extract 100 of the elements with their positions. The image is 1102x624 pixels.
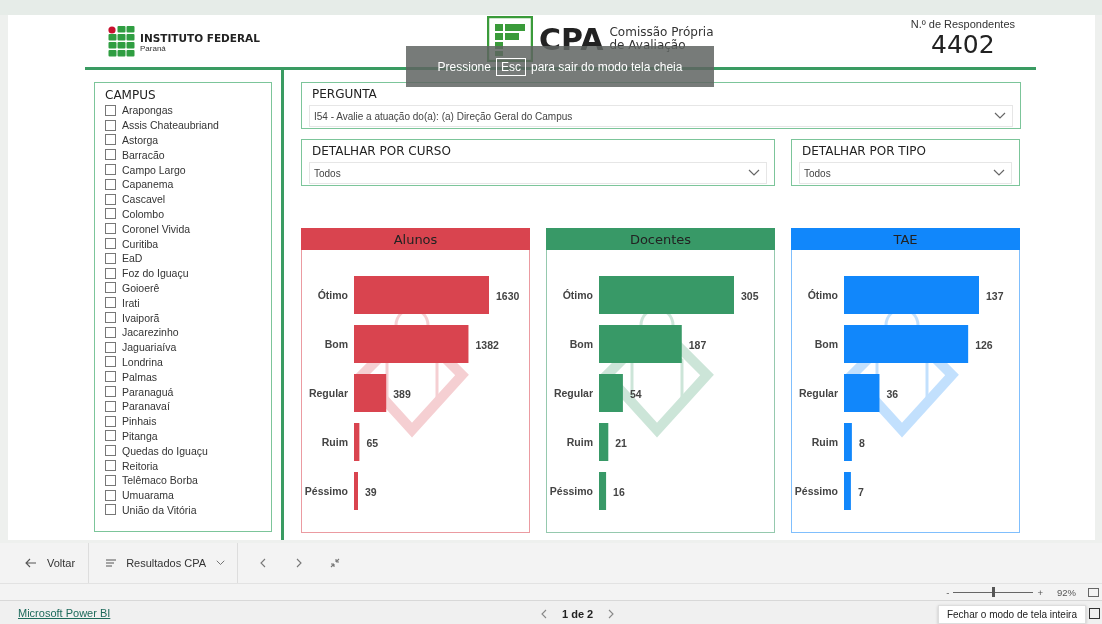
zoom-out-button[interactable]: - xyxy=(946,586,950,598)
checkbox[interactable] xyxy=(105,341,116,353)
checkbox[interactable] xyxy=(105,489,116,501)
campus-option[interactable]: EaD xyxy=(122,252,143,265)
checkbox[interactable] xyxy=(105,149,116,161)
campus-option[interactable]: Astorga xyxy=(122,134,159,146)
bar xyxy=(599,472,607,510)
dropdown[interactable]: Todos xyxy=(799,162,1012,184)
campus-title: CAMPUS xyxy=(105,88,157,102)
slicer-title: DETALHAR POR CURSO xyxy=(311,144,452,160)
category-label: Ruim xyxy=(566,436,593,448)
campus-option[interactable]: Goioerê xyxy=(122,281,160,294)
checkbox[interactable] xyxy=(105,504,116,516)
campus-option[interactable]: Campo Largo xyxy=(122,163,186,176)
bar xyxy=(844,374,880,412)
checkbox[interactable] xyxy=(105,178,116,190)
category-label: Regular xyxy=(553,387,593,399)
hint-text: para sair do modo tela cheia xyxy=(530,59,683,74)
previous-page-icon[interactable] xyxy=(540,609,548,619)
pages-dropdown[interactable]: Resultados CPA xyxy=(89,543,239,583)
fit-page-icon[interactable] xyxy=(1088,587,1099,597)
checkbox[interactable] xyxy=(105,223,116,235)
checkbox[interactable] xyxy=(105,238,116,250)
campus-option[interactable]: Coronel Vivida xyxy=(122,222,191,235)
chart-title: TAE xyxy=(791,228,1020,250)
campus-option[interactable]: Pitanga xyxy=(122,429,158,442)
checkbox[interactable] xyxy=(105,297,116,309)
campus-option[interactable]: Arapongas xyxy=(122,104,173,117)
key-label: Esc xyxy=(495,57,526,76)
campus-option[interactable]: Pinhais xyxy=(122,415,157,428)
campus-option[interactable]: Barracão xyxy=(122,148,165,161)
campus-option[interactable]: União da Vitória xyxy=(122,503,197,516)
campus-option[interactable]: Ivaiporã xyxy=(122,311,160,324)
bar xyxy=(599,374,623,412)
category-label: Péssimo xyxy=(794,485,838,497)
campus-option[interactable]: Assis Chateaubriand xyxy=(122,119,219,132)
page-indicator: 1 de 2 xyxy=(562,608,594,620)
campus-option[interactable]: Colombo xyxy=(122,207,165,220)
value-label: 1630 xyxy=(496,290,520,302)
campus-option[interactable]: Paranaguá xyxy=(122,385,174,398)
checkbox[interactable] xyxy=(105,134,116,146)
checkbox[interactable] xyxy=(105,208,116,220)
zoom-in-button[interactable]: + xyxy=(1037,586,1043,598)
checkbox[interactable] xyxy=(105,282,116,294)
value-label: 137 xyxy=(986,290,1004,302)
chart-title: Docentes xyxy=(546,228,775,250)
checkbox[interactable] xyxy=(105,445,116,457)
campus-option[interactable]: Paranavaí xyxy=(122,400,170,413)
value-label: 65 xyxy=(366,437,379,449)
org-subtitle: Paraná xyxy=(140,43,167,53)
checkbox[interactable] xyxy=(105,460,116,471)
checkbox[interactable] xyxy=(105,119,116,131)
chart-title: Alunos xyxy=(301,228,530,250)
campus-option[interactable]: Jacarezinho xyxy=(122,326,179,339)
campus-option[interactable]: Capanema xyxy=(122,178,174,191)
campus-option[interactable]: Irati xyxy=(122,296,140,309)
bar xyxy=(354,374,387,412)
checkbox[interactable] xyxy=(105,193,116,205)
bar xyxy=(599,423,609,461)
value-label: 1382 xyxy=(475,339,499,351)
dropdown[interactable]: I54 - Avalie a atuação do(a): (a) Direção Geral do Campus xyxy=(309,105,1013,127)
checkbox[interactable] xyxy=(105,252,116,264)
category-label: Ruim xyxy=(321,436,348,448)
campus-option[interactable]: Reitoria xyxy=(122,459,159,472)
campus-option[interactable]: Jaguariaíva xyxy=(122,341,177,354)
value-label: 36 xyxy=(886,388,899,400)
checkbox[interactable] xyxy=(105,312,116,324)
campus-option[interactable]: Curitiba xyxy=(122,237,159,250)
bar xyxy=(844,472,851,510)
campus-option[interactable]: Londrina xyxy=(122,355,163,368)
bar xyxy=(354,472,358,510)
checkbox[interactable] xyxy=(105,326,116,338)
campus-option[interactable]: Palmas xyxy=(122,370,157,383)
arrow-left-icon xyxy=(25,558,37,568)
exit-fullscreen-icon[interactable] xyxy=(1089,608,1100,619)
chevron-down-icon xyxy=(993,169,1005,177)
campus-option[interactable]: Cascavel xyxy=(122,193,166,206)
campus-option[interactable]: Quedas do Iguaçu xyxy=(122,444,208,457)
next-page-icon[interactable] xyxy=(607,609,616,619)
checkbox[interactable] xyxy=(105,415,116,427)
checkbox[interactable] xyxy=(105,430,116,442)
bar xyxy=(354,423,360,461)
campus-option[interactable]: Foz do Iguaçu xyxy=(122,267,189,280)
zoom-percentage: 92% xyxy=(1057,586,1076,598)
back-button[interactable]: Voltar xyxy=(0,543,90,583)
dropdown[interactable]: Todos xyxy=(309,162,767,184)
collapse-icon[interactable] xyxy=(330,558,341,568)
power-bi-link[interactable]: Microsoft Power BI xyxy=(18,607,111,619)
checkbox[interactable] xyxy=(105,371,116,383)
checkbox[interactable] xyxy=(105,356,116,368)
checkbox[interactable] xyxy=(105,267,116,279)
campus-option[interactable]: Telêmaco Borba xyxy=(122,474,198,487)
checkbox[interactable] xyxy=(105,164,116,176)
checkbox[interactable] xyxy=(105,386,116,398)
slider-thumb[interactable] xyxy=(992,586,996,597)
checkbox[interactable] xyxy=(105,400,116,412)
campus-option[interactable]: Umuarama xyxy=(122,489,174,502)
checkbox[interactable] xyxy=(105,104,116,116)
checkbox[interactable] xyxy=(105,474,116,486)
category-label: Bom xyxy=(814,338,838,350)
